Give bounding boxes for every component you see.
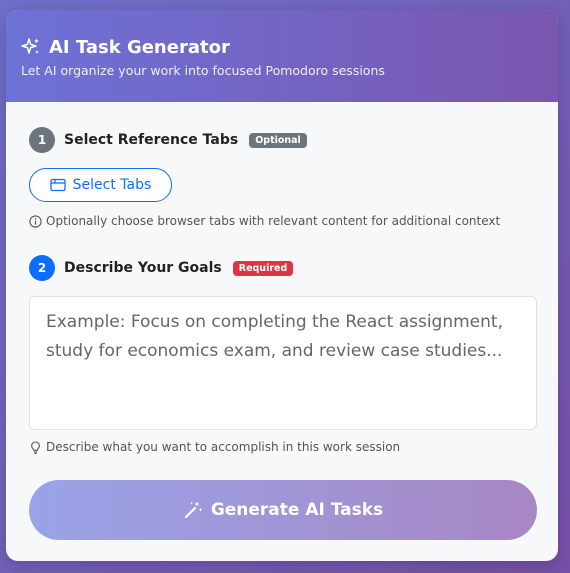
step2-hint: Describe what you want to accomplish in … — [29, 440, 400, 454]
optional-badge: Optional — [249, 132, 307, 148]
select-tabs-label: Select Tabs — [72, 177, 152, 193]
lightbulb-icon — [31, 440, 40, 454]
browser-tabs-icon — [50, 178, 66, 192]
step1-header: 1 Select Reference Tabs Optional — [29, 127, 307, 153]
select-tabs-button[interactable]: Select Tabs — [29, 168, 172, 202]
required-badge: Required — [232, 260, 294, 276]
step1-title: Select Reference Tabs — [64, 132, 239, 148]
generate-ai-tasks-button[interactable]: Generate AI Tasks — [29, 480, 537, 540]
step2-title: Describe Your Goals — [64, 260, 222, 276]
step2-header: 2 Describe Your Goals Required — [29, 255, 294, 281]
page-subtitle: Let AI organize your work into focused P… — [21, 63, 385, 78]
task-generator-card: AI Task Generator Let AI organize your w… — [6, 10, 558, 561]
card-header: AI Task Generator Let AI organize your w… — [6, 10, 558, 102]
page-title: AI Task Generator — [49, 36, 230, 58]
step2-hint-text: Describe what you want to accomplish in … — [46, 440, 401, 454]
step1-hint: Optionally choose browser tabs with rele… — [29, 214, 500, 228]
sparkle-icon — [21, 38, 39, 54]
step1-number: 1 — [29, 127, 55, 153]
goals-textarea[interactable] — [29, 296, 537, 430]
magic-wand-icon — [184, 501, 203, 519]
step2-number: 2 — [29, 255, 55, 281]
step1-hint-text: Optionally choose browser tabs with rele… — [46, 214, 501, 228]
info-icon — [29, 214, 42, 228]
header-title-row: AI Task Generator — [21, 34, 230, 60]
generate-button-label: Generate AI Tasks — [210, 500, 384, 520]
